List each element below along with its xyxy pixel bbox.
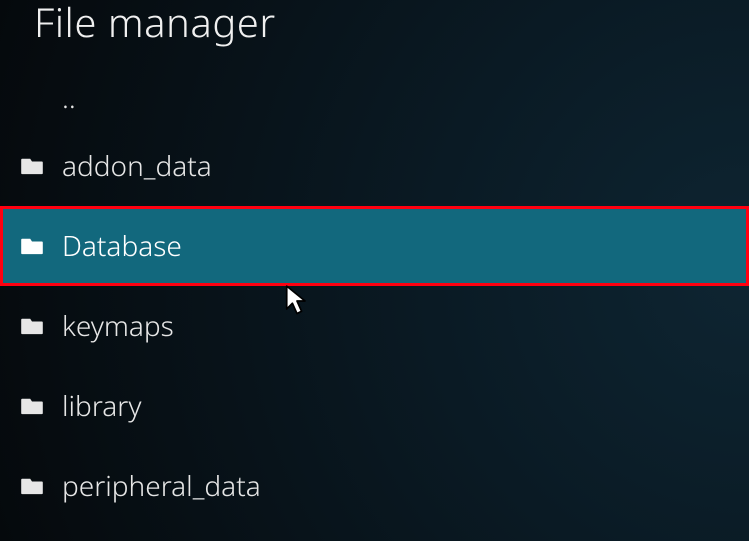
list-item-label: Database [62, 227, 182, 265]
list-item[interactable]: Database [0, 206, 749, 286]
list-item-label: peripheral_data [62, 467, 261, 505]
list-item-parent[interactable]: .. [0, 70, 749, 126]
list-item-label: .. [62, 79, 76, 117]
folder-icon [12, 157, 52, 175]
folder-icon [12, 317, 52, 335]
list-item[interactable]: keymaps [0, 286, 749, 366]
file-list: .. addon_data Database keymaps library p… [0, 70, 749, 526]
list-item-label: keymaps [62, 307, 174, 345]
folder-icon [12, 397, 52, 415]
list-item[interactable]: addon_data [0, 126, 749, 206]
list-item[interactable]: library [0, 366, 749, 446]
list-item-label: library [62, 387, 141, 425]
folder-icon [12, 477, 52, 495]
page-title: File manager [34, 0, 276, 49]
folder-icon [12, 237, 52, 255]
list-item-label: addon_data [62, 147, 212, 185]
list-item[interactable]: peripheral_data [0, 446, 749, 526]
